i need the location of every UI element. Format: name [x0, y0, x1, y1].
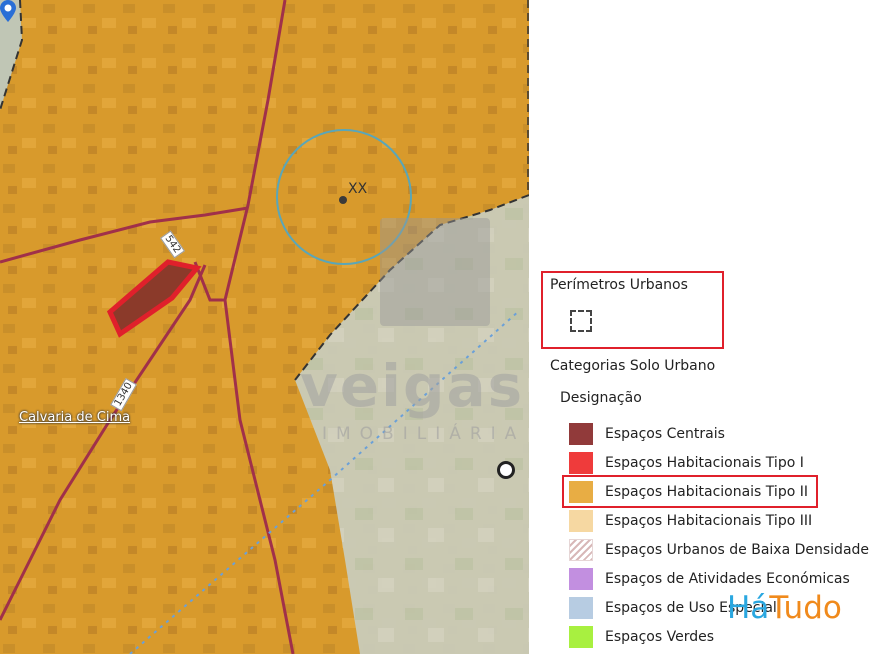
hatudo-logo: HáTudo	[727, 590, 842, 626]
legend-categorias-title: Categorias Solo Urbano	[550, 358, 716, 374]
swatch-uso-especial	[569, 597, 593, 619]
marker-point	[339, 196, 347, 204]
veigas-logo-icon	[380, 218, 490, 326]
watermark-subtitle: IMOBILIÁRIA	[322, 424, 526, 444]
watermark-brand: veigas	[300, 352, 525, 420]
place-label[interactable]: Calvaria de Cima	[19, 410, 130, 425]
legend-label: Espaços Habitacionais Tipo I	[605, 455, 804, 471]
swatch-espacos-centrais	[569, 423, 593, 445]
swatch-habitacionais-tipo-i	[569, 452, 593, 474]
map-view[interactable]: veigas IMOBILIÁRIA XX 542 1340 Calvaria …	[0, 0, 529, 654]
legend-label: Espaços de Atividades Económicas	[605, 571, 850, 587]
circle-marker-icon[interactable]	[497, 461, 515, 479]
legend-item-atividades-economicas: Espaços de Atividades Económicas	[569, 565, 850, 593]
marker-label: XX	[348, 181, 368, 197]
legend-item-habitacionais-tipo-iii: Espaços Habitacionais Tipo III	[569, 507, 812, 535]
legend-label: Espaços Habitacionais Tipo III	[605, 513, 813, 529]
legend-item-espacos-centrais: Espaços Centrais	[569, 420, 725, 448]
legend-item-baixa-densidade: Espaços Urbanos de Baixa Densidade	[569, 536, 869, 564]
legend-label: Espaços Verdes	[605, 629, 715, 645]
legend-item-espacos-verdes: Espaços Verdes	[569, 623, 714, 651]
hatudo-tudo: Tudo	[769, 590, 842, 626]
swatch-atividades-economicas	[569, 568, 593, 590]
legend-label: Espaços Urbanos de Baixa Densidade	[605, 542, 870, 558]
legend-label: Espaços Centrais	[605, 426, 725, 442]
highlight-box-perimetros	[541, 271, 724, 349]
highlight-box-tipo-ii	[562, 475, 818, 508]
swatch-baixa-densidade	[569, 539, 593, 561]
location-pin-icon[interactable]	[0, 0, 16, 22]
swatch-habitacionais-tipo-iii	[569, 510, 593, 532]
map-canvas	[0, 0, 529, 654]
swatch-espacos-verdes	[569, 626, 593, 648]
legend-item-habitacionais-tipo-i: Espaços Habitacionais Tipo I	[569, 449, 804, 477]
hatudo-ha: Há	[727, 590, 770, 626]
legend-designacao-title: Designação	[560, 390, 642, 406]
